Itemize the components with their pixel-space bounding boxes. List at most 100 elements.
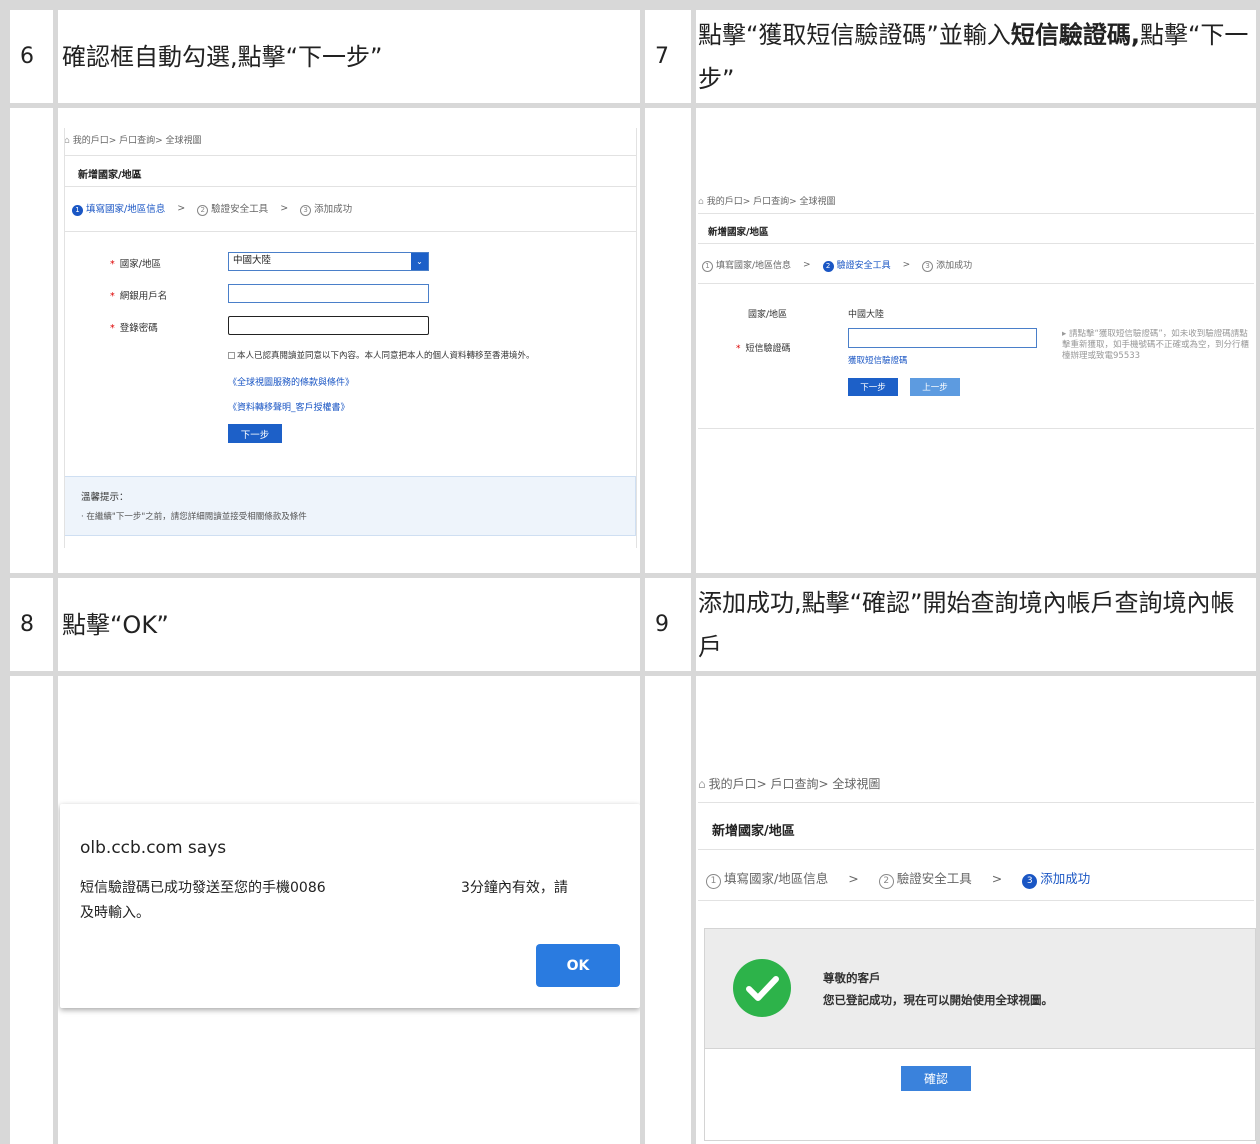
label-text: 登錄密碼: [119, 323, 158, 334]
password-input[interactable]: [228, 316, 429, 335]
success-text: 您已登記成功，現在可以開始使用全球視圖。: [823, 993, 1053, 1007]
step-8-instruction: 點擊“OK”: [58, 578, 640, 671]
get-sms-code-link[interactable]: 獲取短信驗證碼: [848, 354, 908, 366]
sms-code-input[interactable]: [848, 328, 1037, 348]
breadcrumb: ⌂ 我的戶口> 戶口查詢> 全球視圖: [64, 133, 202, 146]
step-circle: 2: [822, 261, 834, 272]
breadcrumb-text: 我的戶口> 戶口查詢> 全球視圖: [72, 136, 202, 146]
breadcrumb: ⌂ 我的戶口> 戶口查詢> 全球視圖: [698, 194, 836, 207]
password-label: * 登錄密碼: [110, 323, 158, 334]
previous-button[interactable]: 上一步: [910, 378, 960, 396]
instruction-text: 點擊“OK”: [62, 610, 169, 639]
breadcrumb-text: 我的戶口> 戶口查詢> 全球視圖: [708, 777, 881, 791]
step-label: 添加成功: [936, 261, 973, 271]
step-3: 3 添加成功: [922, 258, 972, 272]
next-button[interactable]: 下一步: [848, 378, 898, 396]
step-1: 1 填寫國家/地區信息: [702, 258, 791, 272]
dialog-message: 3分鐘內有效，請: [461, 880, 568, 896]
step-3: 3 添加成功: [1022, 868, 1090, 889]
progress-steps: 1 填寫國家/地區信息 > 2 驗證安全工具 > 3 添加成功: [72, 201, 352, 216]
screenshot-step-8: olb.ccb.com says 短信驗證碼已成功發送至您的手機0086 3分鐘…: [58, 676, 640, 1144]
authorization-link[interactable]: 《資料轉移聲明_客戶授權書》: [228, 400, 350, 413]
screenshot-step-9: ⌂ 我的戶口> 戶口查詢> 全球視圖 新增國家/地區 1 填寫國家/地區信息 > 2…: [696, 676, 1256, 1144]
step-1: 1 填寫國家/地區信息: [706, 868, 828, 889]
instruction-bold-text: 短信驗證碼,: [1010, 20, 1140, 49]
chevron-down-icon[interactable]: ⌄: [411, 253, 428, 270]
instruction-text: 確認框自動勾選,點擊“下一步”: [62, 42, 383, 71]
next-button[interactable]: 下一步: [228, 424, 282, 443]
step-label: 驗證安全工具: [211, 204, 269, 215]
step-number-text: 7: [655, 44, 669, 69]
progress-steps: 1 填寫國家/地區信息 > 2 驗證安全工具 > 3 添加成功: [702, 258, 972, 272]
step-label: 添加成功: [1040, 871, 1091, 886]
label-text: 國家/地區: [119, 259, 161, 270]
step-circle: 3: [922, 261, 934, 272]
step-circle: 3: [1022, 874, 1038, 889]
instruction-text: 點擊“獲取短信驗證碼”並輸入: [698, 20, 1011, 49]
tip-title: 溫馨提示：: [81, 492, 129, 503]
home-icon: ⌂: [698, 197, 704, 207]
step-1: 1 填寫國家/地區信息: [72, 201, 165, 216]
home-icon: ⌂: [698, 777, 706, 791]
progress-steps: 1 填寫國家/地區信息 > 2 驗證安全工具 > 3 添加成功: [706, 868, 1090, 889]
country-select[interactable]: 中國大陸 ⌄: [228, 252, 429, 271]
step-circle: 1: [706, 874, 721, 889]
sms-label: * 短信驗證碼: [736, 344, 791, 354]
step-label: 填寫國家/地區信息: [86, 204, 166, 215]
step-number-6: 6: [10, 10, 53, 103]
step-6-instruction: 確認框自動勾選,點擊“下一步”: [58, 10, 640, 103]
tip-box: 溫馨提示： · 在繼續"下一步"之前，請您詳細閱讀並接受相關條款及條件: [64, 476, 636, 536]
step-7-instruction: 點擊“獲取短信驗證碼”並輸入短信驗證碼,點擊“下一步”: [696, 10, 1256, 103]
step-circle: 2: [197, 205, 209, 216]
breadcrumb-text: 我的戶口> 戶口查詢> 全球視圖: [706, 197, 836, 207]
instruction-text: 添加成功,點擊“確認”開始查詢境內帳戶查詢境內帳戶: [698, 588, 1235, 661]
dialog-title: olb.ccb.com says: [80, 838, 227, 858]
country-value: 中國大陸: [233, 255, 272, 266]
step-9-instruction: 添加成功,點擊“確認”開始查詢境內帳戶查詢境內帳戶: [696, 578, 1256, 671]
country-label: * 國家/地區: [110, 259, 161, 270]
chevron-right-icon: >: [177, 203, 186, 214]
note-text: 請點擊“獲取短信驗證碼”，如未收到驗證碼請點擊重新獲取，如手機號碼不正確或為空，…: [1062, 329, 1250, 361]
step-2: 2 驗證安全工具: [878, 868, 972, 889]
blank-cell: [645, 676, 691, 1144]
sms-note: ▸ 請點擊“獲取短信驗證碼”，如未收到驗證碼請點擊重新獲取，如手機號碼不正確或為…: [1062, 329, 1252, 365]
step-circle: 1: [702, 261, 713, 272]
dialog-message: 短信驗證碼已成功發送至您的手機0086: [80, 880, 326, 896]
success-title: 尊敬的客戶: [823, 971, 881, 985]
dialog-message: 及時輸入。: [80, 905, 150, 921]
step-label: 驗證安全工具: [896, 871, 972, 886]
step-label: 驗證安全工具: [836, 261, 891, 271]
screenshot-step-6: ⌂ 我的戶口> 戶口查詢> 全球視圖 新增國家/地區 1 填寫國家/地區信息 > 2…: [58, 108, 640, 573]
blank-cell: [10, 108, 53, 573]
step-circle: 1: [72, 205, 83, 216]
step-number-text: 9: [655, 612, 669, 637]
success-panel: 尊敬的客戶 您已登記成功，現在可以開始使用全球視圖。: [704, 928, 1256, 1049]
chevron-right-icon: >: [803, 260, 811, 270]
country-value: 中國大陸: [848, 310, 885, 320]
consent-checkbox[interactable]: [228, 351, 235, 359]
chevron-right-icon: >: [991, 871, 1003, 886]
confirm-area: 確認: [704, 1048, 1256, 1141]
step-label: 添加成功: [314, 204, 353, 215]
step-2: 2 驗證安全工具: [822, 258, 891, 272]
instruction-table: 6 確認框自動勾選,點擊“下一步” 7 點擊“獲取短信驗證碼”並輸入短信驗證碼,…: [0, 0, 1260, 1144]
chevron-right-icon: >: [902, 260, 911, 270]
blank-cell: [10, 676, 53, 1144]
username-input[interactable]: [228, 284, 429, 303]
section-title: 新增國家/地區: [708, 227, 769, 238]
screenshot-step-7: ⌂ 我的戶口> 戶口查詢> 全球視圖 新增國家/地區 1 填寫國家/地區信息 > 2…: [696, 108, 1256, 573]
consent-text: 本人已認真閱讀並同意以下內容。本人同意把本人的個人資料轉移至香港境外。: [237, 351, 535, 361]
step-2: 2 驗證安全工具: [197, 201, 268, 216]
ok-button[interactable]: OK: [536, 944, 620, 987]
step-number-9: 9: [645, 578, 691, 671]
tip-text: · 在繼續"下一步"之前，請您詳細閱讀並接受相關條款及條件: [81, 512, 307, 522]
triangle-right-icon: ▸: [1062, 329, 1069, 339]
alert-dialog: olb.ccb.com says 短信驗證碼已成功發送至您的手機0086 3分鐘…: [60, 804, 640, 1008]
username-label: * 網銀用戶名: [110, 291, 168, 302]
confirm-button[interactable]: 確認: [901, 1066, 971, 1091]
step-number-8: 8: [10, 578, 53, 671]
terms-link[interactable]: 《全球視圖服務的條款與條件》: [228, 375, 354, 388]
country-label: 國家/地區: [748, 310, 788, 320]
section-title: 新增國家/地區: [712, 824, 795, 839]
section-title: 新增國家/地區: [78, 170, 142, 181]
